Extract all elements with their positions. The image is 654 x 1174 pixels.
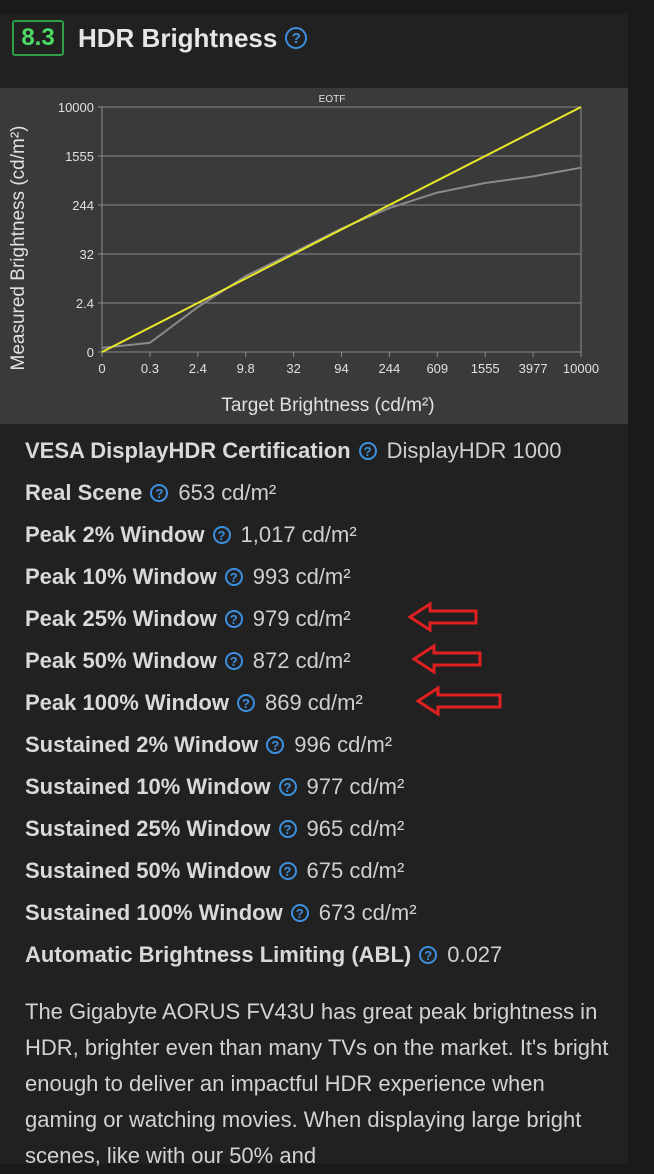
spec-value: DisplayHDR 1000 [386, 438, 562, 463]
spec-row: VESA DisplayHDR Certification? DisplayHDR… [25, 430, 625, 472]
spec-label: Automatic Brightness Limiting (ABL) [25, 942, 412, 967]
spec-label: Peak 2% Window [25, 522, 205, 547]
spec-label: Sustained 25% Window [25, 816, 271, 841]
x-tick-label: 2.4 [189, 361, 207, 376]
help-icon[interactable]: ? [419, 946, 438, 964]
annotation-arrow-icon [411, 643, 482, 675]
y-tick-label: 10000 [58, 100, 94, 115]
help-icon[interactable]: ? [278, 862, 297, 880]
annotation-arrow-icon [415, 685, 502, 717]
chart-title: EOTF [319, 94, 346, 105]
help-icon[interactable]: ? [278, 820, 297, 838]
help-icon[interactable]: ? [224, 568, 243, 586]
spec-label: Real Scene [25, 480, 143, 505]
spec-value: 872 cd/m² [252, 648, 351, 673]
x-tick-label: 244 [379, 361, 401, 376]
x-tick-label: 94 [334, 361, 348, 376]
eotf-chart: EOTF 0 0.3 2.4 9.8 32 94 244 609 1555 3977 10000 0… [0, 88, 628, 424]
spec-row: Sustained 50% Window? 675 cd/m² [25, 850, 625, 892]
spec-value: 869 cd/m² [264, 690, 363, 715]
y-tick-label: 244 [72, 198, 94, 213]
help-icon[interactable]: ? [236, 694, 255, 712]
x-tick-label: 3977 [519, 361, 548, 376]
spec-row: Real Scene? 653 cd/m² [25, 472, 625, 514]
spec-label: Sustained 50% Window [25, 858, 271, 883]
x-tick-label: 10000 [563, 361, 599, 376]
x-tick-label: 0 [98, 361, 105, 376]
spec-row: Sustained 100% Window? 673 cd/m² [25, 892, 625, 934]
help-icon[interactable]: ? [358, 442, 377, 460]
spec-value: 965 cd/m² [306, 816, 405, 841]
spec-label: Peak 100% Window [25, 690, 229, 715]
spec-list: VESA DisplayHDR Certification? DisplayHDR… [25, 430, 625, 976]
spec-row: Sustained 2% Window? 996 cd/m² [25, 724, 625, 766]
x-tick-label: 9.8 [237, 361, 255, 376]
spec-row: Automatic Brightness Limiting (ABL)? 0.02… [25, 934, 625, 976]
help-icon[interactable]: ? [290, 904, 309, 922]
help-icon[interactable]: ? [224, 652, 243, 670]
score-badge: 8.3 [12, 20, 64, 56]
annotation-arrow-icon [407, 601, 478, 633]
spec-label: Peak 25% Window [25, 606, 217, 631]
review-text: The Gigabyte AORUS FV43U has great peak … [25, 999, 609, 1168]
y-tick-label: 32 [80, 247, 94, 262]
spec-value: 996 cd/m² [294, 732, 393, 757]
y-tick-label: 2.4 [76, 296, 94, 311]
x-tick-label: 0.3 [141, 361, 159, 376]
help-icon[interactable]: ? [212, 526, 231, 544]
spec-label: Peak 10% Window [25, 564, 217, 589]
section-title: HDR Brightness [78, 22, 278, 53]
spec-value: 673 cd/m² [318, 900, 417, 925]
spec-value: 977 cd/m² [306, 774, 405, 799]
x-tick-label: 1555 [471, 361, 500, 376]
eotf-chart-svg: EOTF 0 0.3 2.4 9.8 32 94 244 609 1555 3977 10000 0… [8, 94, 599, 416]
spec-label: Peak 50% Window [25, 648, 217, 673]
spec-value: 653 cd/m² [178, 480, 277, 505]
spec-row: Sustained 25% Window? 965 cd/m² [25, 808, 625, 850]
spec-row: Sustained 10% Window? 977 cd/m² [25, 766, 625, 808]
spec-value: 0.027 [447, 942, 503, 967]
spec-value: 993 cd/m² [252, 564, 351, 589]
spec-label: VESA DisplayHDR Certification [25, 438, 351, 463]
help-icon[interactable]: ? [266, 736, 285, 754]
spec-row: Peak 50% Window? 872 cd/m² [25, 640, 625, 682]
spec-value: 675 cd/m² [306, 858, 405, 883]
spec-label: Sustained 10% Window [25, 774, 271, 799]
spec-row: Peak 2% Window? 1,017 cd/m² [25, 514, 625, 556]
spec-label: Sustained 100% Window [25, 900, 283, 925]
help-icon[interactable]: ? [224, 610, 243, 628]
x-tick-label: 32 [286, 361, 300, 376]
x-tick-label: 609 [426, 361, 448, 376]
section-header: 8.3 HDR Brightness ? [12, 18, 308, 58]
y-axis-label: Measured Brightness (cd/m²) [8, 126, 29, 371]
spec-label: Sustained 2% Window [25, 732, 259, 757]
spec-row: Peak 25% Window? 979 cd/m² [25, 598, 625, 640]
spec-value: 979 cd/m² [252, 606, 351, 631]
spec-row: Peak 100% Window? 869 cd/m² [25, 682, 625, 724]
help-icon[interactable]: ? [278, 778, 297, 796]
x-axis-label: Target Brightness (cd/m²) [221, 395, 434, 416]
y-tick-label: 0 [87, 345, 94, 360]
y-tick-label: 1555 [65, 149, 94, 164]
spec-value: 1,017 cd/m² [240, 522, 357, 547]
spec-row: Peak 10% Window? 993 cd/m² [25, 556, 625, 598]
help-icon[interactable]: ? [285, 27, 308, 49]
help-icon[interactable]: ? [150, 484, 169, 502]
